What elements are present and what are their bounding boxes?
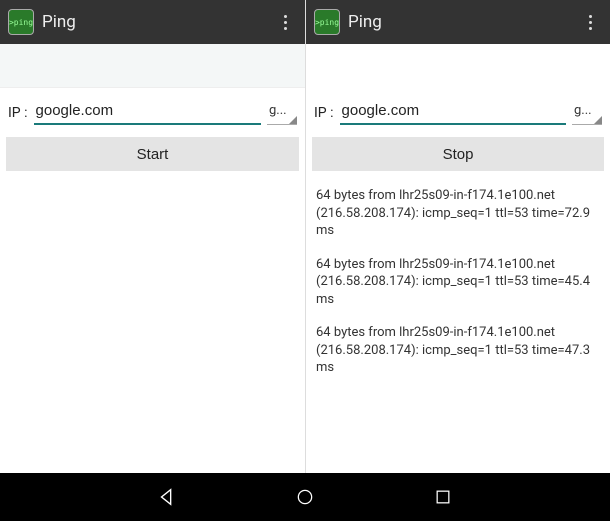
nav-home-icon[interactable] [291, 483, 319, 511]
ping-result-line: 64 bytes from lhr25s09-in-f174.1e100.net… [316, 256, 600, 309]
nav-recent-icon[interactable] [429, 483, 457, 511]
host-spinner[interactable]: g... [572, 101, 602, 125]
app-title: Ping [348, 12, 578, 32]
ip-label: IP : [314, 105, 334, 125]
overflow-menu-icon[interactable] [578, 15, 602, 30]
ip-input[interactable] [34, 98, 261, 125]
ad-banner [0, 44, 305, 88]
android-navbar [0, 473, 610, 521]
ip-input[interactable] [340, 98, 566, 125]
ip-row: IP : g... [0, 88, 305, 131]
app-title: Ping [42, 12, 273, 32]
ping-output: 64 bytes from lhr25s09-in-f174.1e100.net… [306, 171, 610, 409]
ping-result-line: 64 bytes from lhr25s09-in-f174.1e100.net… [316, 324, 600, 377]
overflow-menu-icon[interactable] [273, 15, 297, 30]
screen-left: >ping Ping IP : g... Start [0, 0, 305, 473]
stop-button[interactable]: Stop [312, 137, 604, 171]
screen-right: >ping Ping IP : g... Stop 64 bytes from … [305, 0, 610, 473]
titlebar: >ping Ping [0, 0, 305, 44]
start-button[interactable]: Start [6, 137, 299, 171]
ping-result-line: 64 bytes from lhr25s09-in-f174.1e100.net… [316, 187, 600, 240]
ip-label: IP : [8, 105, 28, 125]
ping-app-icon: >ping [8, 9, 34, 35]
titlebar: >ping Ping [306, 0, 610, 44]
ping-app-icon: >ping [314, 9, 340, 35]
ip-row: IP : g... [306, 88, 610, 131]
host-spinner[interactable]: g... [267, 101, 297, 125]
nav-back-icon[interactable] [153, 483, 181, 511]
